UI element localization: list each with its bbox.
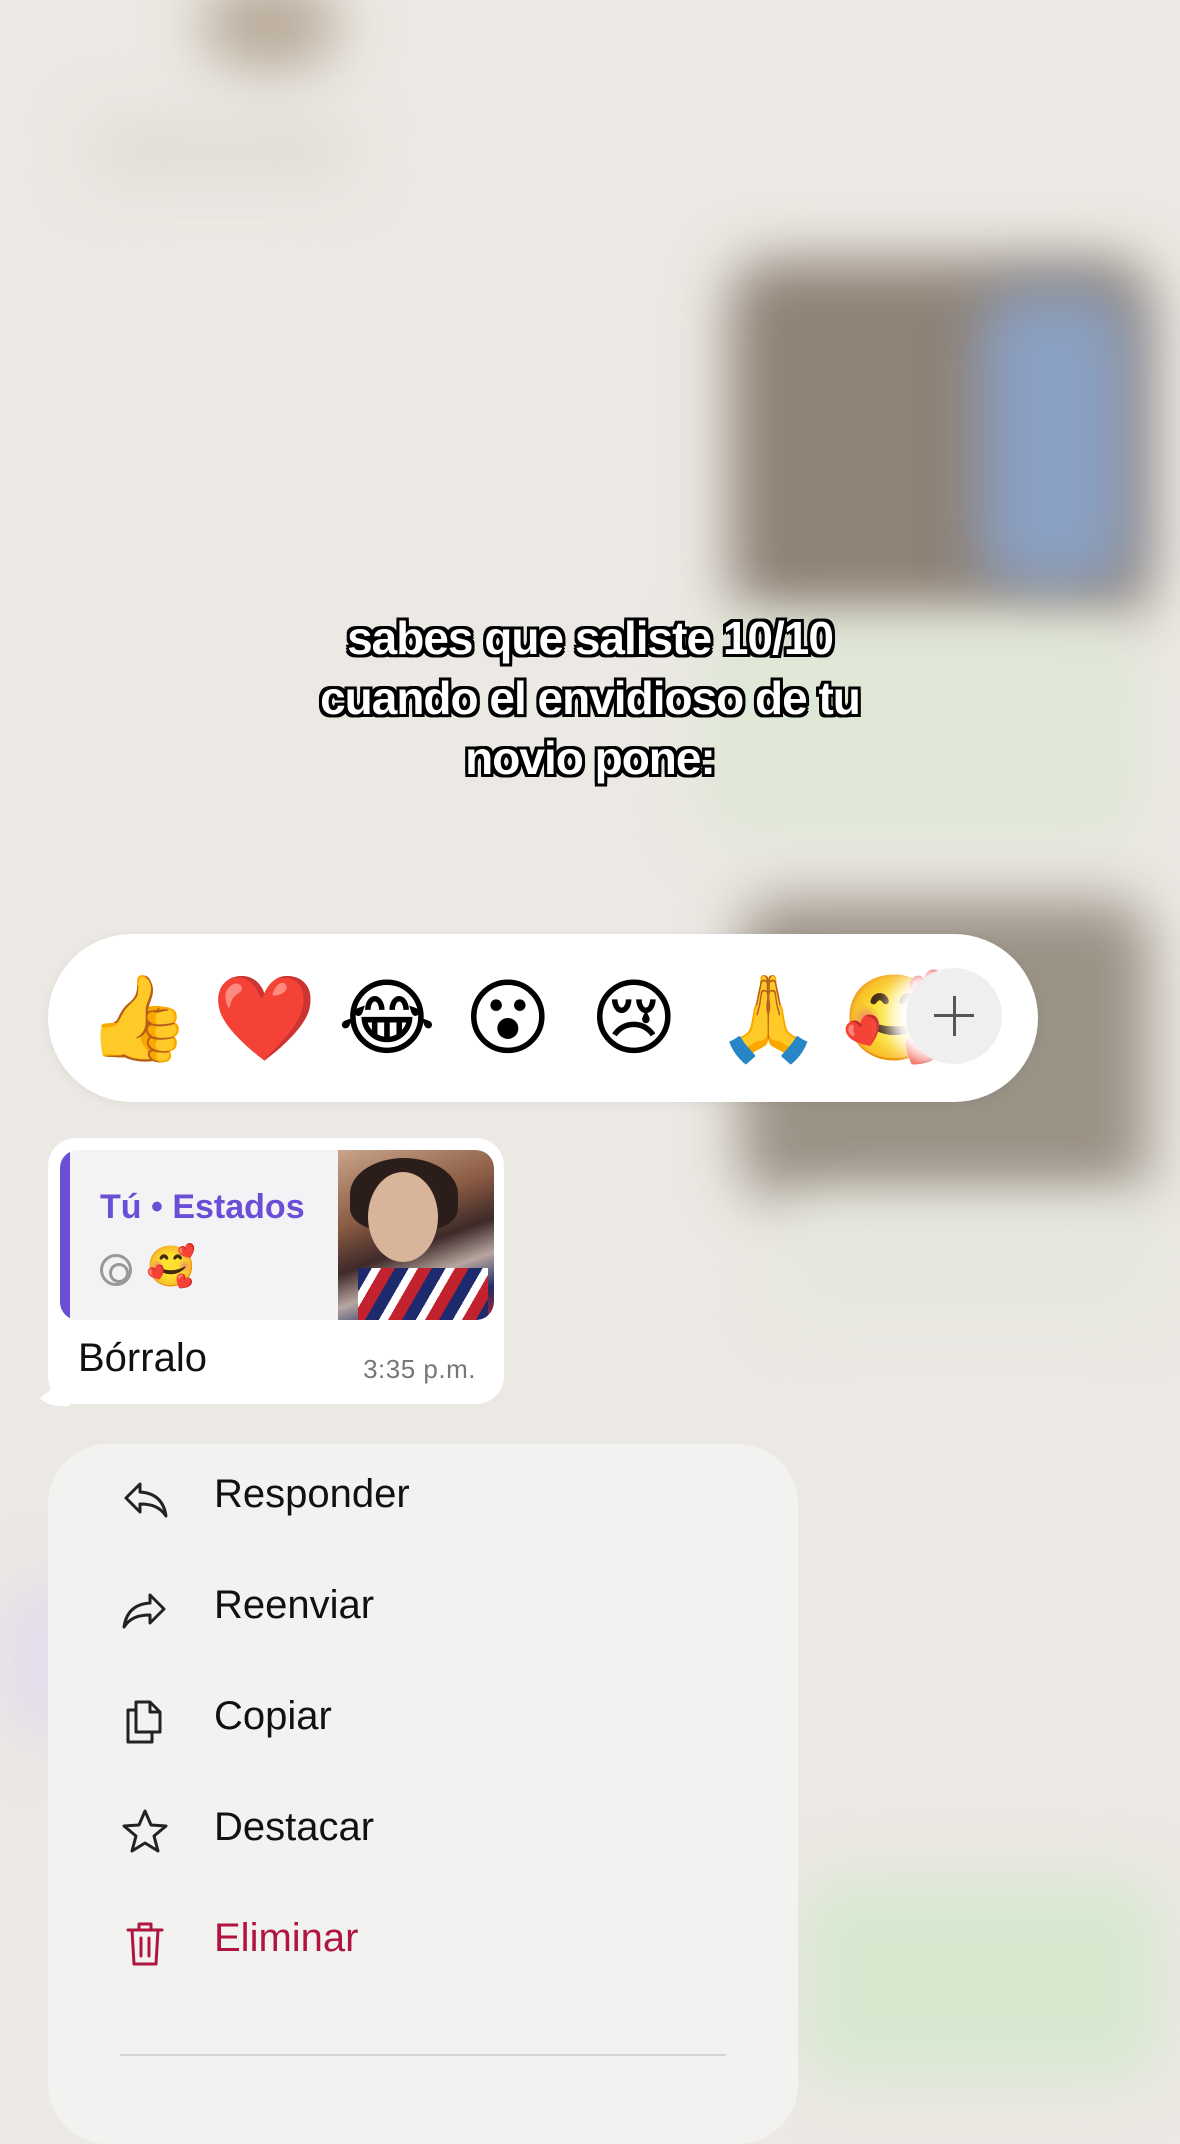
menu-label-destacar: Destacar: [214, 1805, 375, 1849]
status-thumbnail: [338, 1150, 494, 1320]
menu-label-copiar: Copiar: [214, 1694, 332, 1738]
caption-line-3: novio pone:: [465, 732, 716, 784]
message-text: Bórralo: [78, 1336, 207, 1380]
quoted-status[interactable]: Tú • Estados 🥰: [60, 1150, 494, 1320]
quote-title: Tú • Estados: [100, 1188, 305, 1226]
reaction-surprised[interactable]: 😮: [464, 968, 552, 1068]
status-icon: [100, 1254, 132, 1286]
menu-item-copiar[interactable]: Copiar: [48, 1666, 798, 1777]
reaction-tears-of-joy[interactable]: 😂: [338, 968, 436, 1068]
message-bubble[interactable]: Tú • Estados 🥰 Bórralo 3:35 p.m.: [48, 1138, 504, 1404]
menu-item-reenviar[interactable]: Reenviar: [48, 1555, 798, 1666]
reaction-thumbs-up[interactable]: 👍: [86, 968, 191, 1068]
video-caption: sabes que saliste 10/10 cuando el envidi…: [0, 608, 1180, 788]
reaction-heart[interactable]: ❤️: [212, 968, 317, 1068]
menu-label-responder: Responder: [214, 1472, 410, 1516]
forward-icon: [122, 1593, 166, 1629]
reaction-bar: 👍 ❤️ 😂 😮 😢 🙏 🥰: [48, 934, 1038, 1102]
menu-divider: [120, 2054, 726, 2056]
plus-icon[interactable]: [906, 968, 1002, 1064]
reply-icon: [124, 1482, 168, 1518]
menu-label-eliminar: Eliminar: [214, 1916, 359, 1960]
context-menu: Responder Reenviar Copiar Destacar Elimi…: [48, 1444, 798, 2144]
copy-icon: [126, 1700, 162, 1744]
reaction-crying[interactable]: 😢: [590, 968, 678, 1068]
quote-accent-bar: [60, 1150, 70, 1320]
trash-icon: [126, 1922, 164, 1966]
menu-item-destacar[interactable]: Destacar: [48, 1777, 798, 1888]
menu-item-eliminar[interactable]: Eliminar: [48, 1888, 798, 1999]
caption-line-1: sabes que saliste 10/10: [347, 612, 834, 664]
menu-label-reenviar: Reenviar: [214, 1583, 375, 1627]
message-time: 3:35 p.m.: [363, 1354, 476, 1384]
menu-item-responder[interactable]: Responder: [48, 1444, 798, 1555]
reaction-praying-hands[interactable]: 🙏: [716, 968, 821, 1068]
star-icon: [122, 1809, 168, 1853]
caption-line-2: cuando el envidioso de tu: [320, 672, 861, 724]
quote-emoji: 🥰: [146, 1244, 196, 1290]
